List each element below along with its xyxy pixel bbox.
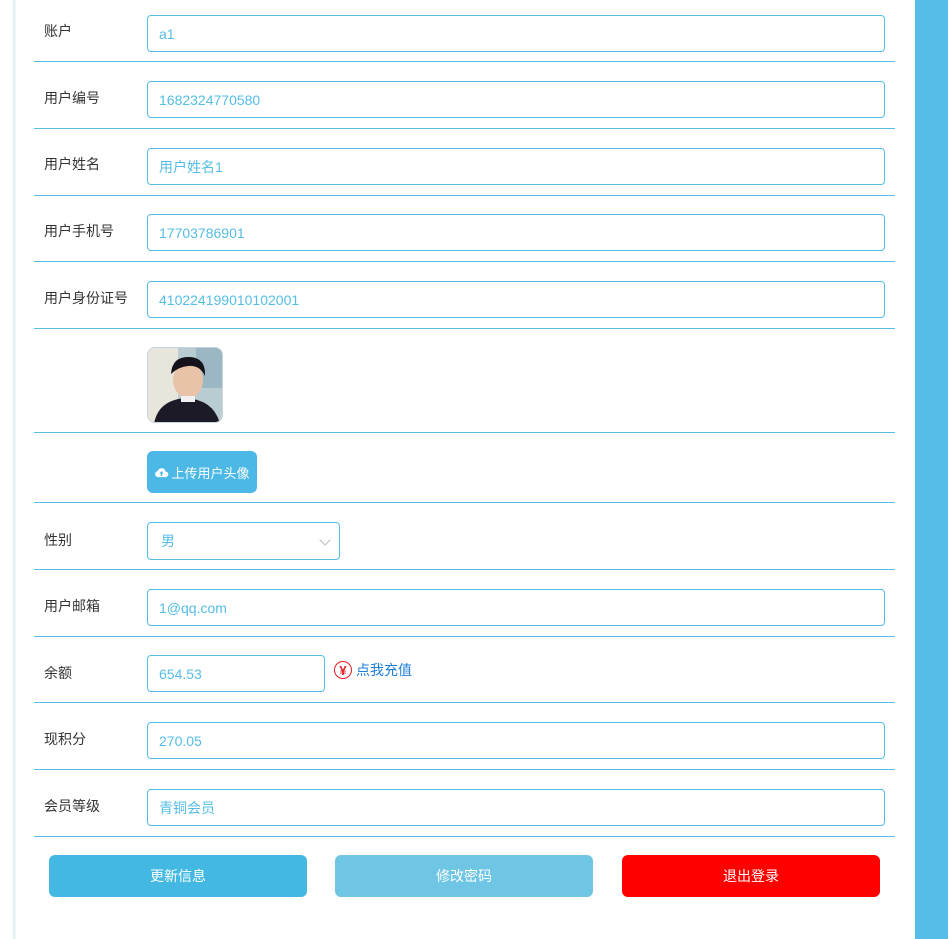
balance-row: 余额 ¥ 点我充值 [34,637,895,703]
phone-row: 用户手机号 [34,196,895,262]
id-card-label: 用户身份证号 [44,290,128,306]
account-input[interactable] [147,15,885,52]
phone-input[interactable] [147,214,885,251]
user-no-input[interactable] [147,81,885,118]
user-name-row: 用户姓名 [34,129,895,196]
upload-avatar-button[interactable]: 上传用户头像 [147,451,257,493]
user-no-row: 用户编号 [34,62,895,129]
points-row: 现积分 [34,703,895,770]
balance-input[interactable] [147,655,325,692]
member-level-row: 会员等级 [34,770,895,837]
user-name-input[interactable] [147,148,885,185]
points-input[interactable] [147,722,885,759]
email-row: 用户邮箱 [34,570,895,637]
id-card-row: 用户身份证号 [34,262,895,329]
cloud-upload-icon [155,467,169,477]
left-border [13,0,16,939]
gender-select[interactable]: 男 [147,522,340,560]
email-input[interactable] [147,589,885,626]
update-info-button[interactable]: 更新信息 [49,855,307,897]
gender-row: 性别 男 [34,503,895,570]
yen-circle-icon: ¥ [334,661,352,679]
user-avatar [147,347,223,423]
points-label: 现积分 [44,731,86,747]
change-password-button[interactable]: 修改密码 [335,855,593,897]
upload-row: 上传用户头像 [34,433,895,503]
avatar-row [34,329,895,433]
email-label: 用户邮箱 [44,598,100,614]
member-level-input[interactable] [147,789,885,826]
user-name-label: 用户姓名 [44,156,100,172]
right-side-bar [915,0,948,939]
recharge-label: 点我充值 [356,662,412,678]
gender-value: 男 [161,533,175,549]
recharge-link[interactable]: ¥ 点我充值 [334,660,412,680]
account-label: 账户 [44,23,72,39]
upload-avatar-label: 上传用户头像 [171,465,250,481]
account-row: 账户 [34,0,895,62]
member-level-label: 会员等级 [44,798,100,814]
phone-label: 用户手机号 [44,223,114,239]
user-info-form: 账户 用户编号 用户姓名 用户手机号 用户身份证号 [34,0,895,837]
chevron-down-icon [319,534,331,546]
user-no-label: 用户编号 [44,90,100,106]
gender-label: 性别 [44,532,72,548]
balance-label: 余额 [44,665,72,681]
id-card-input[interactable] [147,281,885,318]
logout-button[interactable]: 退出登录 [622,855,880,897]
